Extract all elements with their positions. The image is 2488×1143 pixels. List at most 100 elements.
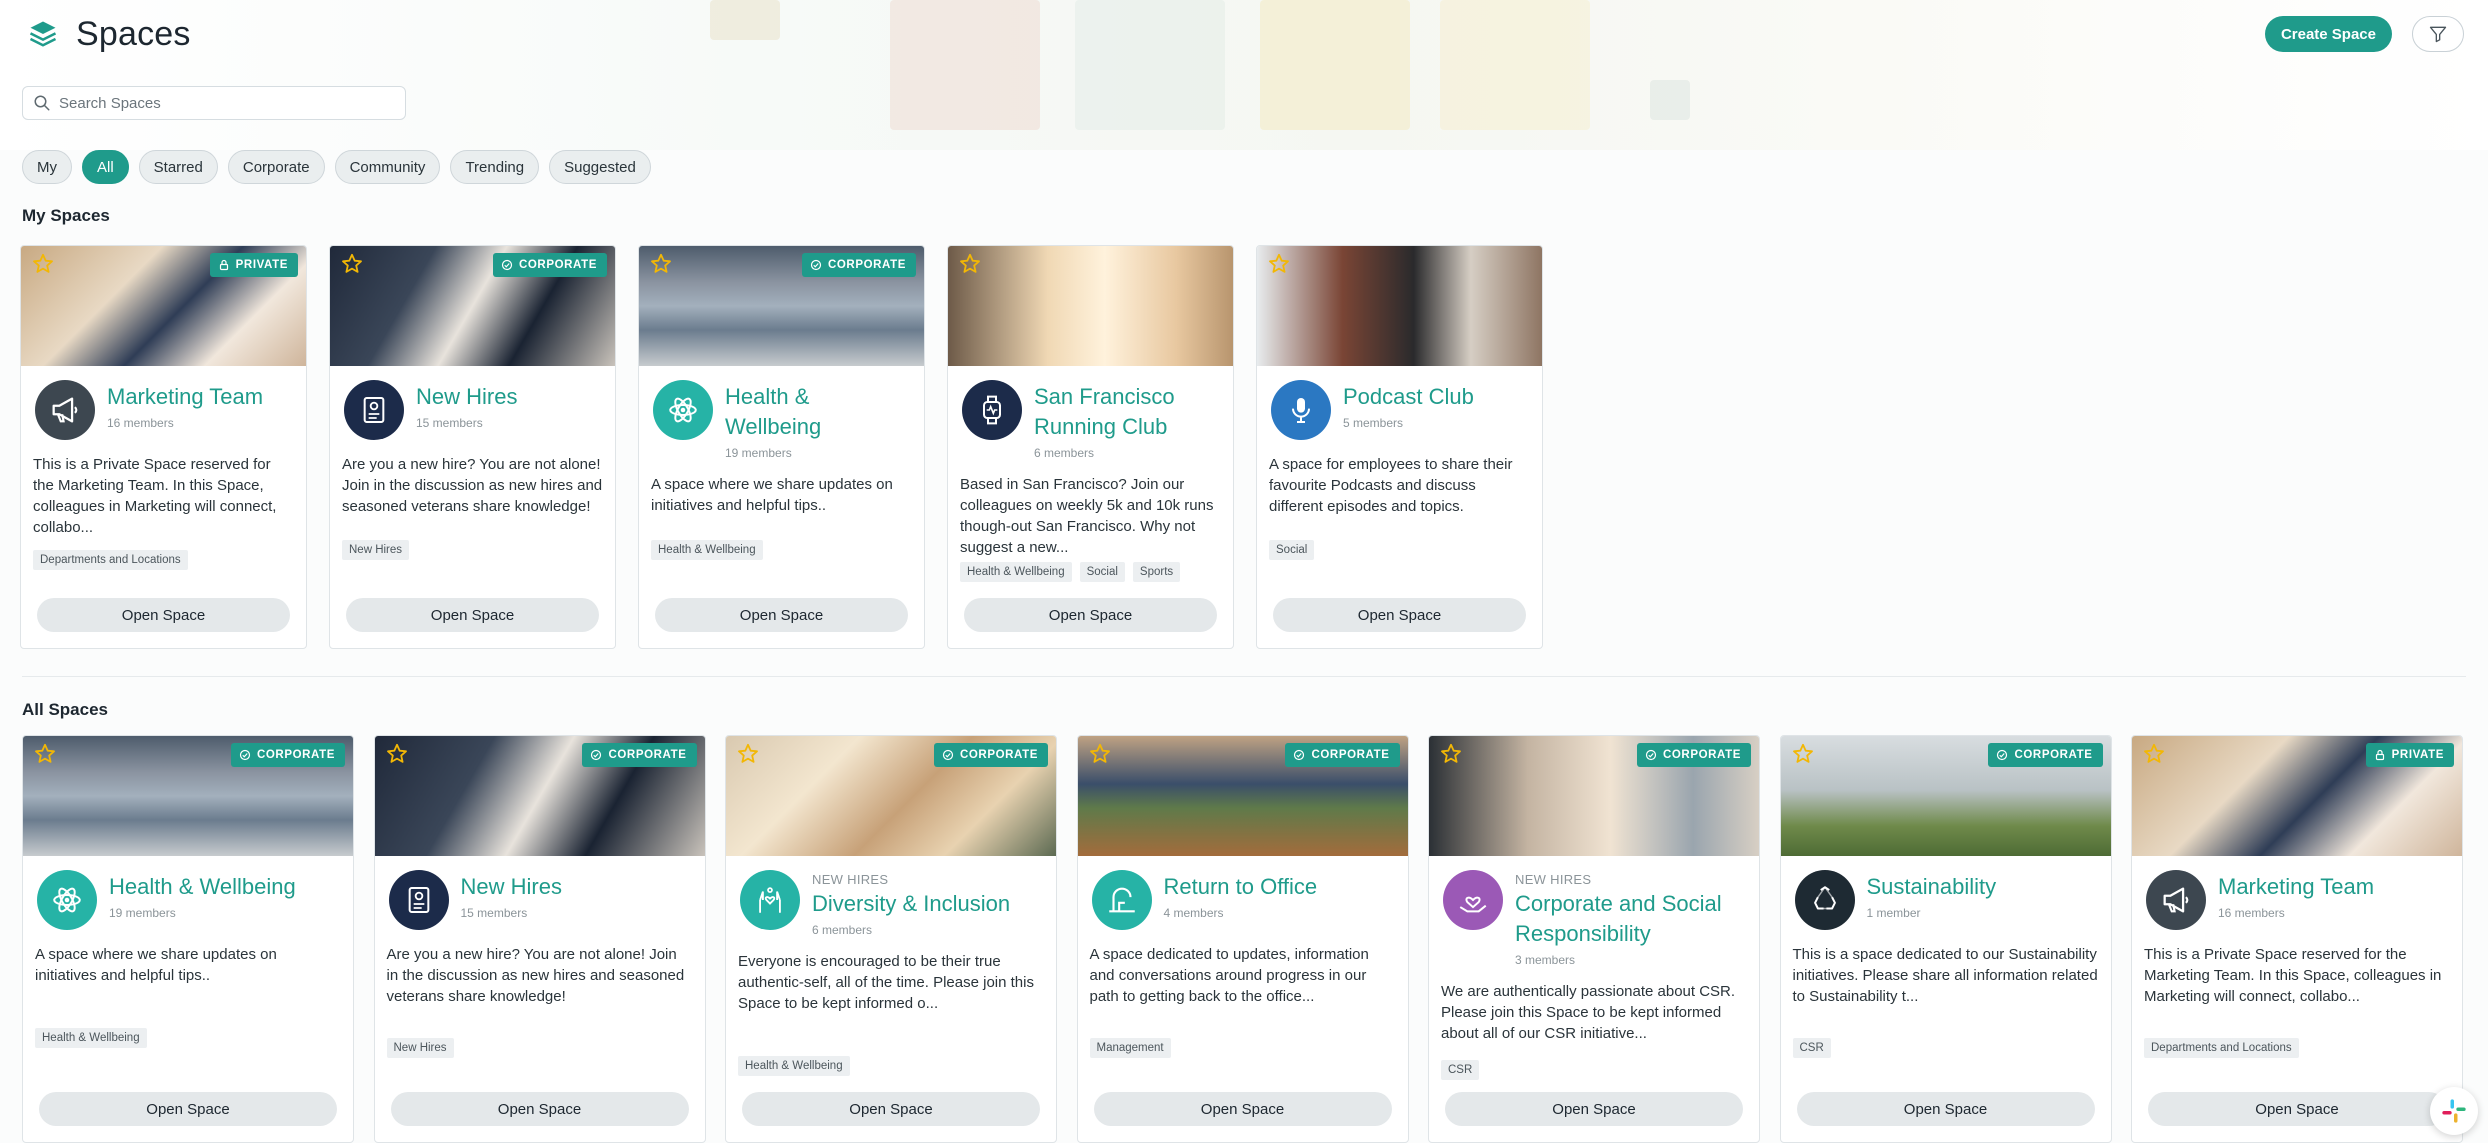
open-space-button[interactable]: Open Space [1093,1092,1392,1126]
space-tag[interactable]: Health & Wellbeing [960,562,1072,582]
star-icon[interactable] [736,742,760,766]
space-tag[interactable]: Management [1089,1038,1171,1058]
badge-label: CORPORATE [608,749,687,761]
space-tag[interactable]: Departments and Locations [2144,1038,2299,1058]
star-icon[interactable] [649,252,673,276]
space-cover-image: CORPORATE [726,736,1056,856]
star-icon[interactable] [2142,742,2166,766]
star-icon[interactable] [1439,742,1463,766]
chip-my[interactable]: My [22,150,72,184]
open-space-button[interactable]: Open Space [37,598,290,632]
space-card[interactable]: CORPORATE NEW HIRES Diversity & Inclusion 6… [725,735,1057,1143]
space-tag[interactable]: Social [1079,562,1125,582]
open-space-button[interactable]: Open Space [2148,1092,2446,1126]
chip-community[interactable]: Community [334,150,441,184]
space-name[interactable]: Corporate and Social Responsibility [1515,889,1745,949]
section-divider [22,676,2466,677]
filter-button[interactable] [2412,16,2464,52]
member-count: 15 members [460,906,528,920]
space-type-badge: CORPORATE [1988,743,2103,767]
chip-all[interactable]: All [82,150,129,184]
space-card[interactable]: San Francisco Running Club 6 members Based… [947,245,1234,649]
space-tag[interactable]: Departments and Locations [33,550,188,570]
space-name[interactable]: New Hires [416,382,517,412]
tag-list: Management [1089,1038,1171,1058]
tag-list: CSR [1792,1038,1831,1058]
chip-corporate[interactable]: Corporate [227,150,325,184]
open-space-button[interactable]: Open Space [1796,1092,2095,1126]
space-tag[interactable]: New Hires [342,540,410,560]
member-count: 16 members [107,416,174,430]
space-name[interactable]: Return to Office [1164,872,1318,902]
space-tag[interactable]: New Hires [386,1038,454,1058]
open-space-button[interactable]: Open Space [655,598,908,632]
space-card[interactable]: PRIVATE Marketing Team 16 members This is a… [2131,735,2463,1143]
space-card[interactable]: Podcast Club 5 members A space for employe… [1256,245,1543,649]
space-card[interactable]: CORPORATE Health & Wellbeing 19 members A s… [638,245,925,649]
star-icon[interactable] [1267,252,1291,276]
space-card[interactable]: CORPORATE New Hires 15 members Are you a ne… [329,245,616,649]
space-tag[interactable]: CSR [1441,1060,1480,1080]
tag-list: New Hires [342,540,410,560]
star-icon[interactable] [1088,742,1112,766]
space-cover-image: CORPORATE [330,246,615,366]
space-tag[interactable]: Health & Wellbeing [738,1056,850,1076]
open-space-button[interactable]: Open Space [390,1092,689,1126]
space-card[interactable]: CORPORATE Sustainability 1 member This is a… [1779,735,2112,1143]
open-space-button[interactable]: Open Space [39,1092,337,1126]
space-card[interactable]: CORPORATE Return to Office 4 members A spac… [1076,735,1409,1143]
space-description: This is a space dedicated to our Sustain… [1792,946,2098,1005]
space-card[interactable]: PRIVATE Marketing Team 16 members This is a… [20,245,307,649]
open-space-button[interactable]: Open Space [964,598,1217,632]
chip-starred[interactable]: Starred [138,150,218,184]
space-card[interactable]: CORPORATE Health & Wellbeing 19 members A s… [22,735,354,1143]
space-tag[interactable]: CSR [1792,1038,1831,1058]
open-space-button[interactable]: Open Space [346,598,599,632]
space-description: Everyone is encouraged to be their true … [738,953,1034,1012]
space-name[interactable]: Podcast Club [1343,382,1474,412]
member-count: 4 members [1163,906,1224,920]
star-icon[interactable] [31,252,55,276]
layers-icon [24,15,62,53]
star-icon[interactable] [340,252,364,276]
space-tag[interactable]: Health & Wellbeing [35,1028,147,1048]
open-space-button[interactable]: Open Space [1445,1092,1743,1126]
open-space-button[interactable]: Open Space [1273,598,1526,632]
badge-label: CORPORATE [518,259,597,271]
space-name[interactable]: Marketing Team [107,382,263,412]
star-icon[interactable] [958,252,982,276]
space-name[interactable]: New Hires [461,872,562,902]
chip-trending[interactable]: Trending [450,150,540,184]
search-icon [34,95,50,111]
space-card[interactable]: CORPORATE New Hires 15 members Are you a ne… [373,735,706,1143]
space-description: This is a Private Space reserved for the… [33,456,277,536]
space-name[interactable]: Marketing Team [2218,872,2374,902]
space-tag[interactable]: Health & Wellbeing [651,540,763,560]
search-input[interactable] [59,94,379,112]
slack-button[interactable] [2430,1087,2478,1135]
space-cover-image: CORPORATE [1780,736,2111,856]
search-box[interactable] [22,86,406,120]
star-icon[interactable] [33,742,57,766]
space-name[interactable]: Sustainability [1867,872,1997,902]
badge-label: CORPORATE [256,749,335,761]
star-icon[interactable] [385,742,409,766]
space-name[interactable]: Health & Wellbeing [725,382,910,442]
tag-list: Departments and Locations [33,550,188,570]
space-name[interactable]: Health & Wellbeing [109,872,296,902]
space-card[interactable]: CORPORATE NEW HIRES Corporate and Social R… [1428,735,1760,1143]
create-space-button[interactable]: Create Space [2264,16,2392,52]
space-kicker: NEW HIRES [812,872,889,887]
star-icon[interactable] [1791,742,1815,766]
open-space-button[interactable]: Open Space [742,1092,1040,1126]
space-tag[interactable]: Sports [1132,562,1181,582]
space-type-badge: CORPORATE [1285,743,1400,767]
tag-list: Health & Wellbeing [651,540,763,560]
space-name[interactable]: San Francisco Running Club [1034,382,1219,442]
chip-suggested[interactable]: Suggested [549,150,651,184]
space-tag[interactable]: Social [1269,540,1315,560]
tag-list: New Hires [386,1038,454,1058]
tag-list: Health & Wellbeing Social Sports [960,562,1181,582]
badge-label: CORPORATE [2014,749,2093,761]
space-name[interactable]: Diversity & Inclusion [812,889,1010,919]
